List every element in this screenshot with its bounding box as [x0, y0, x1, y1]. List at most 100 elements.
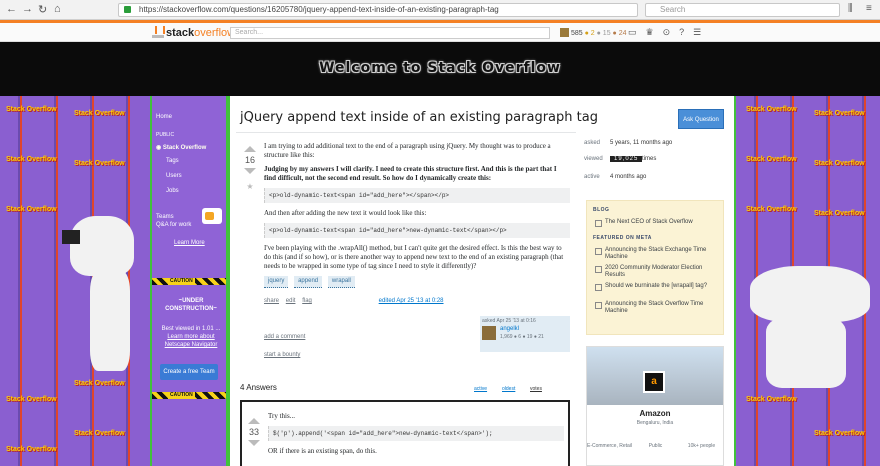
caution-tape: CAUTION — [152, 392, 226, 399]
learn-more-link[interactable]: Learn More — [174, 240, 205, 246]
asked-stat: asked 5 years, 11 months ago — [584, 140, 672, 146]
company-industry: E-Commerce, Retail — [587, 443, 633, 449]
asker-reputation: 1,969 ● 6 ● 19 ● 21 — [500, 334, 544, 340]
start-bounty-link[interactable]: start a bounty — [264, 352, 300, 358]
sidebar-item-jobs[interactable]: Jobs — [166, 188, 179, 194]
achievements-icon[interactable]: ♛ — [646, 27, 663, 37]
active-value: 4 months ago — [610, 174, 647, 180]
avatar — [560, 28, 569, 37]
asker-avatar[interactable] — [482, 326, 496, 340]
reload-icon[interactable]: ↻ — [38, 3, 47, 16]
downvote-icon[interactable] — [244, 168, 256, 174]
asked-label: asked — [584, 140, 601, 146]
answers-count: 4 Answers — [240, 383, 277, 392]
uc-link[interactable]: Learn more about — [156, 334, 226, 340]
create-team-button[interactable]: Create a free Team — [160, 364, 218, 380]
asker-name[interactable]: angelkl — [500, 326, 519, 332]
tile-text: Stack Overflow — [74, 110, 125, 117]
unicorn-image — [70, 216, 134, 276]
forward-icon[interactable]: → — [22, 3, 33, 15]
back-icon[interactable]: ← — [6, 3, 17, 15]
under-construction-text: Best viewed in 1.01 ... — [161, 326, 221, 332]
question-paragraph-bold: Judging by my answers I will clarify. I … — [264, 165, 557, 182]
blog-heading: BLOG — [593, 207, 610, 213]
sort-votes-tab[interactable]: votes — [530, 386, 542, 392]
main-content: jQuery append text inside of an existing… — [228, 96, 736, 466]
help-icon[interactable]: ? — [679, 27, 693, 37]
so-search-input[interactable]: Search... — [230, 27, 550, 39]
company-ad[interactable]: a Amazon Bengaluru, India E-Commerce, Re… — [586, 346, 724, 466]
flag-link[interactable]: flag — [302, 298, 312, 304]
blog-widget: BLOG The Next CEO of Stack Overflow FEAT… — [586, 200, 724, 335]
upvote-icon[interactable] — [248, 418, 260, 424]
ask-question-button[interactable]: Ask Question — [678, 109, 724, 129]
meta-item[interactable]: Announcing the Stack Overflow Time Machi… — [593, 301, 719, 315]
amazon-logo-icon: a — [643, 371, 665, 393]
sidebar-item-home[interactable]: Home — [156, 114, 172, 120]
question-title[interactable]: jQuery append text inside of an existing… — [240, 110, 598, 125]
edit-link[interactable]: edit — [286, 298, 296, 304]
tag-jquery[interactable]: jquery — [264, 276, 289, 288]
site-switcher-icon[interactable]: ☰ — [693, 27, 710, 37]
sidebar-item-tags[interactable]: Tags — [166, 158, 179, 164]
user-reputation[interactable]: 585 ● 2 ● 15 ● 24 — [560, 28, 627, 37]
answer-card: 33 Try this... $('p').append('<span id="… — [240, 400, 570, 466]
edited-link[interactable]: edited Apr 25 '13 at 0:28 — [379, 298, 444, 304]
so-logo[interactable]: stackoverflow — [152, 26, 235, 39]
share-link[interactable]: share — [264, 298, 279, 304]
upvote-icon[interactable] — [244, 146, 256, 152]
library-icon[interactable]: ⫼ — [848, 3, 853, 14]
divider — [236, 132, 576, 133]
browser-search-input[interactable]: Search — [645, 3, 840, 17]
sort-oldest-tab[interactable]: oldest — [502, 386, 515, 392]
caution-label: CAUTION — [168, 392, 195, 399]
add-comment-link[interactable]: add a comment — [264, 334, 305, 340]
silver-badges: ● 15 — [596, 30, 611, 37]
unicorn-mane — [62, 230, 80, 244]
bookmark-icon[interactable]: ★ — [242, 182, 258, 191]
sidebar-item-stack-overflow[interactable]: ◉ Stack Overflow — [156, 144, 206, 151]
sidebar-item-users[interactable]: Users — [166, 173, 182, 179]
code-block: <p>old-dynamic-text<span id="add_here"><… — [264, 188, 570, 203]
tile-text: Stack Overflow — [814, 110, 865, 117]
question-paragraph: I am trying to add additional text to th… — [264, 142, 551, 159]
sidebar-section-public: PUBLIC — [156, 132, 175, 138]
browser-toolbar: ← → ↻ ⌂ https://stackoverflow.com/questi… — [0, 0, 880, 20]
menu-icon[interactable]: ≡ — [866, 3, 872, 14]
downvote-icon[interactable] — [248, 440, 260, 446]
address-bar[interactable]: https://stackoverflow.com/questions/1620… — [118, 3, 638, 17]
answer-vote-cell: 33 — [246, 418, 262, 446]
meta-item[interactable]: Announcing the Stack Exchange Time Machi… — [593, 247, 719, 261]
reputation-count: 585 — [570, 30, 583, 37]
inbox-icon[interactable]: ▭ — [628, 27, 646, 37]
logo-stack-text: stack — [166, 27, 195, 39]
teams-title: Teams — [156, 214, 174, 220]
under-construction-title-2: CONSTRUCTION~ — [165, 306, 217, 312]
meta-heading: FEATURED ON META — [593, 235, 652, 241]
banner-title: Welcome to Stack Overflow — [319, 60, 561, 76]
topbar-icons: ▭♛⊙?☰ — [628, 27, 710, 38]
company-type: Public — [648, 443, 663, 449]
blog-item[interactable]: The Next CEO of Stack Overflow — [593, 219, 719, 227]
tile-text: Stack Overflow — [814, 430, 865, 437]
meta-item[interactable]: Should we burninate the [wrapall] tag? — [593, 283, 719, 291]
so-topbar: stackoverflow Search... 585 ● 2 ● 15 ● 2… — [0, 20, 880, 42]
left-sidebar: Home PUBLIC ◉ Stack Overflow Tags Users … — [150, 96, 228, 466]
unicorn-legs — [90, 271, 130, 371]
tile-text: Stack Overflow — [746, 206, 797, 213]
sort-active-tab[interactable]: active — [474, 386, 487, 392]
viewed-label: viewed — [584, 156, 603, 162]
tile-text: Stack Overflow — [74, 430, 125, 437]
logo-overflow-text: overflow — [194, 27, 236, 39]
asked-value: 5 years, 11 months ago — [610, 140, 673, 146]
tag-wrapall[interactable]: wrapall — [327, 276, 355, 288]
tile-text: Stack Overflow — [74, 380, 125, 387]
home-icon[interactable]: ⌂ — [54, 3, 61, 15]
review-icon[interactable]: ⊙ — [663, 27, 680, 37]
company-name: Amazon — [639, 409, 671, 418]
tile-text: Stack Overflow — [6, 396, 57, 403]
meta-item[interactable]: 2020 Community Moderator Election Result… — [593, 265, 719, 279]
question-paragraph: And then after adding the new text it wo… — [264, 209, 427, 217]
tag-append[interactable]: append — [294, 276, 323, 288]
uc-link-2[interactable]: Netscape Navigator — [156, 342, 226, 348]
